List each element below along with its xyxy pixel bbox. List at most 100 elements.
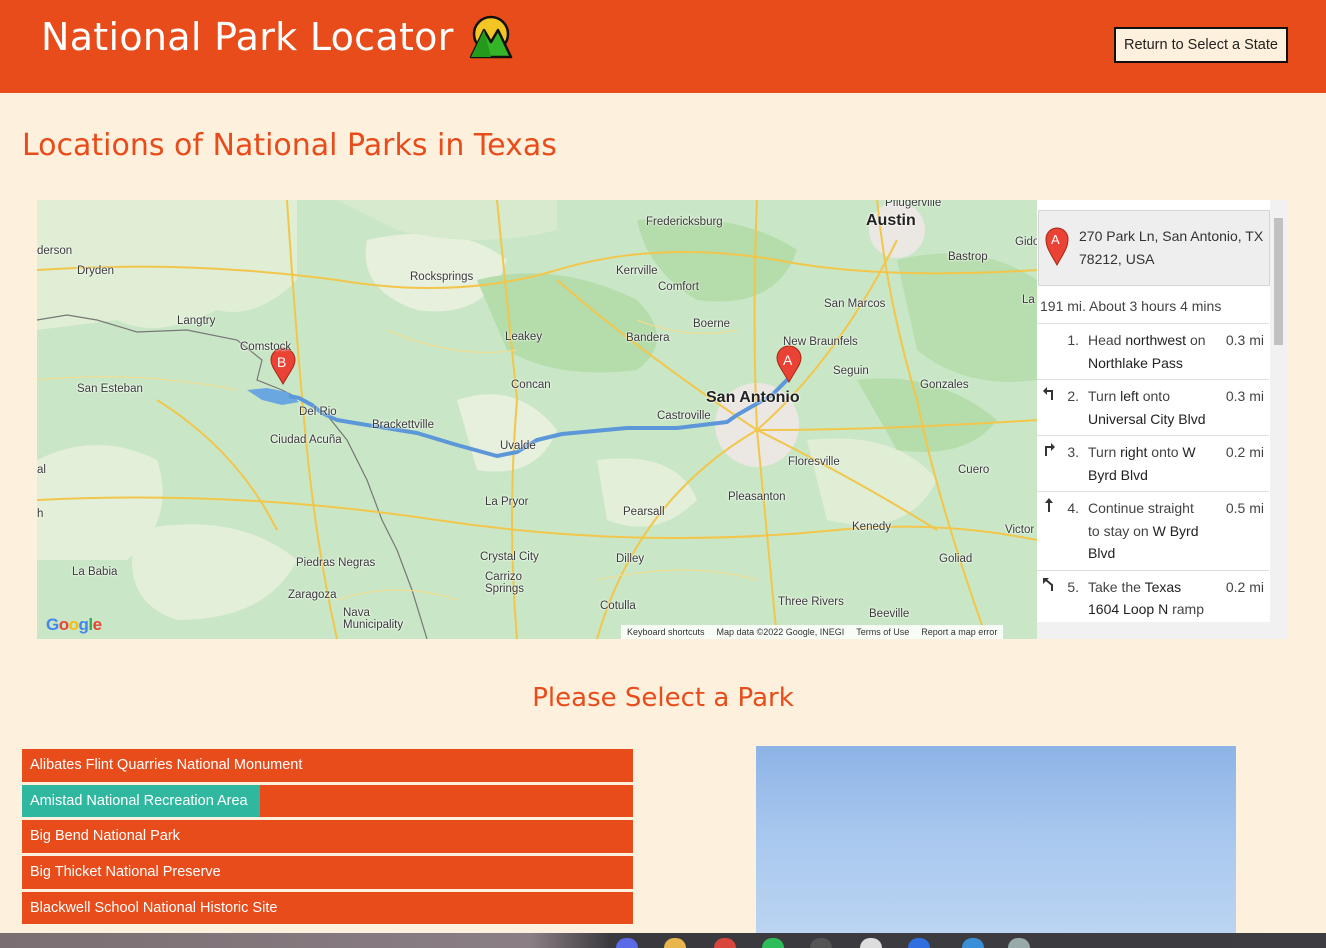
- map-label-piedras-negras: Piedras Negras: [296, 557, 376, 569]
- map-label-brackettville: Brackettville: [372, 419, 434, 431]
- park-list: Alibates Flint Quarries National Monumen…: [22, 749, 633, 927]
- map-footer: Keyboard shortcuts Map data ©2022 Google…: [621, 625, 1004, 639]
- map-label-al: al: [37, 464, 46, 476]
- messenger-icon[interactable]: [908, 938, 930, 948]
- return-to-select-state-button[interactable]: Return to Select a State: [1114, 27, 1288, 63]
- step-distance: 0.2 mi: [1225, 444, 1264, 460]
- map-label-new-braunfels: New Braunfels: [783, 336, 858, 348]
- map-label-carrizo-springs: Carrizo Springs: [485, 571, 524, 595]
- direction-step[interactable]: 3. Turn right onto W Byrd Blvd 0.2 mi: [1037, 435, 1269, 491]
- os-taskbar: [0, 933, 1326, 948]
- map-label-leakey: Leakey: [505, 331, 543, 343]
- map-container[interactable]: A B Austin San Antonio Fredericksburg Ke…: [37, 200, 1287, 639]
- app-icon[interactable]: [860, 938, 882, 948]
- map-label-boerne: Boerne: [693, 318, 731, 330]
- map-label-austin: Austin: [866, 212, 916, 229]
- park-photo: [756, 746, 1236, 948]
- map-label-dryden: Dryden: [77, 265, 115, 277]
- park-list-item[interactable]: Alibates Flint Quarries National Monumen…: [22, 749, 633, 782]
- terminal-icon[interactable]: [810, 938, 832, 948]
- scrollbar-thumb[interactable]: [1274, 218, 1283, 345]
- map-label-pearsall: Pearsall: [623, 506, 665, 518]
- step-instruction: Head northwest on Northlake Pass: [1088, 332, 1206, 371]
- step-number: 5.: [1067, 578, 1079, 595]
- route-summary: 191 mi. About 3 hours 4 mins: [1040, 298, 1222, 314]
- map-label-h: h: [37, 508, 44, 520]
- app-title: National Park Locator: [41, 14, 514, 60]
- map-label-uvalde: Uvalde: [500, 440, 536, 452]
- terms-of-use-link[interactable]: Terms of Use: [856, 627, 909, 637]
- app-icon[interactable]: [616, 938, 638, 948]
- marker-b-label: B: [277, 354, 287, 370]
- turn-left-icon: [1043, 387, 1053, 400]
- marker-a-label: A: [783, 352, 793, 368]
- directions-origin: A 270 Park Ln, San Antonio, TX 78212, US…: [1038, 210, 1270, 286]
- directions-horizontal-scrollbar[interactable]: [1037, 622, 1287, 639]
- keyboard-shortcuts-link[interactable]: Keyboard shortcuts: [627, 627, 705, 637]
- map-label-bastrop: Bastrop: [948, 251, 988, 263]
- map-label-comstock: Comstock: [240, 341, 292, 353]
- step-instruction: Take the Texas 1604 Loop N ramp: [1088, 578, 1204, 618]
- directions-panel[interactable]: A 270 Park Ln, San Antonio, TX 78212, US…: [1037, 200, 1287, 639]
- map-label-gido: Gido: [1015, 236, 1037, 248]
- map-label-victor: Victor: [1005, 524, 1035, 536]
- map-label-bandera: Bandera: [626, 332, 670, 344]
- page-title: Locations of National Parks in Texas: [22, 128, 557, 163]
- step-distance: 0.2 mi: [1225, 578, 1264, 595]
- park-list-item[interactable]: Big Thicket National Preserve: [22, 856, 633, 889]
- map-label-floresville: Floresville: [788, 456, 840, 468]
- map-label-ciudad-acuna: Ciudad Acuña: [270, 434, 342, 446]
- app-icon[interactable]: [1008, 938, 1030, 948]
- map-label-goliad: Goliad: [939, 553, 973, 565]
- park-list-item[interactable]: Amistad National Recreation Area: [22, 784, 633, 818]
- map-label-san-marcos: San Marcos: [824, 298, 886, 310]
- map-view[interactable]: A B Austin San Antonio Fredericksburg Ke…: [37, 200, 1037, 639]
- map-label-del-rio: Del Rio: [299, 406, 337, 418]
- step-instruction: Turn left onto Universal City Blvd: [1088, 388, 1206, 427]
- map-label-la-pryor: La Pryor: [485, 496, 529, 508]
- step-distance: 0.5 mi: [1225, 500, 1264, 516]
- direction-step[interactable]: 4. Continue straight to stay on W Byrd B…: [1037, 491, 1269, 570]
- map-label-castroville: Castroville: [657, 410, 711, 422]
- step-distance: 0.3 mi: [1225, 388, 1264, 404]
- map-label-three-rivers: Three Rivers: [778, 596, 844, 608]
- vscode-icon[interactable]: [962, 938, 984, 948]
- map-label-comfort: Comfort: [658, 281, 699, 293]
- map-label-zaragoza: Zaragoza: [288, 589, 337, 601]
- map-label-seguin: Seguin: [833, 365, 869, 377]
- google-logo: Google: [46, 615, 102, 634]
- direction-step[interactable]: 1. Head northwest on Northlake Pass 0.3 …: [1037, 323, 1269, 379]
- app-title-text: National Park Locator: [41, 15, 454, 59]
- step-instruction: Continue straight to stay on W Byrd Blvd: [1088, 500, 1199, 561]
- directions-scrollbar[interactable]: [1270, 200, 1287, 622]
- step-number: 3.: [1067, 444, 1079, 460]
- step-distance: 0.3 mi: [1225, 332, 1264, 348]
- turn-right-icon: [1045, 443, 1055, 456]
- direction-steps: 1. Head northwest on Northlake Pass 0.3 …: [1037, 323, 1269, 626]
- spotify-icon[interactable]: [762, 938, 784, 948]
- report-map-error-link[interactable]: Report a map error: [921, 627, 997, 637]
- park-list-item[interactable]: Blackwell School National Historic Site: [22, 891, 633, 925]
- map-label-gonzales: Gonzales: [920, 379, 969, 391]
- step-number: 1.: [1067, 332, 1079, 348]
- folder-icon[interactable]: [664, 938, 686, 948]
- map-label-pflugerville: Pflugerville: [885, 200, 942, 209]
- map-label-cotulla: Cotulla: [600, 600, 636, 612]
- chrome-icon[interactable]: [714, 938, 736, 948]
- map-label-la-babia: La Babia: [72, 566, 118, 578]
- step-number: 2.: [1067, 388, 1079, 404]
- map-label-kenedy: Kenedy: [852, 521, 892, 533]
- mountain-sun-icon: [469, 15, 512, 59]
- park-list-item[interactable]: Big Bend National Park: [22, 820, 633, 853]
- map-label-fredericksburg: Fredericksburg: [646, 216, 723, 228]
- origin-marker-label: A: [1051, 232, 1060, 247]
- map-label-rocksprings: Rocksprings: [410, 271, 474, 283]
- direction-step[interactable]: 2. Turn left onto Universal City Blvd 0.…: [1037, 379, 1269, 435]
- map-label-la: La: [1022, 294, 1035, 306]
- map-label-nava: Nava Municipality: [343, 607, 404, 631]
- map-label-san-antonio: San Antonio: [706, 389, 800, 406]
- direction-step[interactable]: 5. Take the Texas 1604 Loop N ramp 0.2 m…: [1037, 569, 1269, 626]
- map-label-derson: derson: [37, 245, 73, 257]
- map-label-pleasanton: Pleasanton: [728, 491, 786, 503]
- map-label-kerrville: Kerrville: [616, 265, 658, 277]
